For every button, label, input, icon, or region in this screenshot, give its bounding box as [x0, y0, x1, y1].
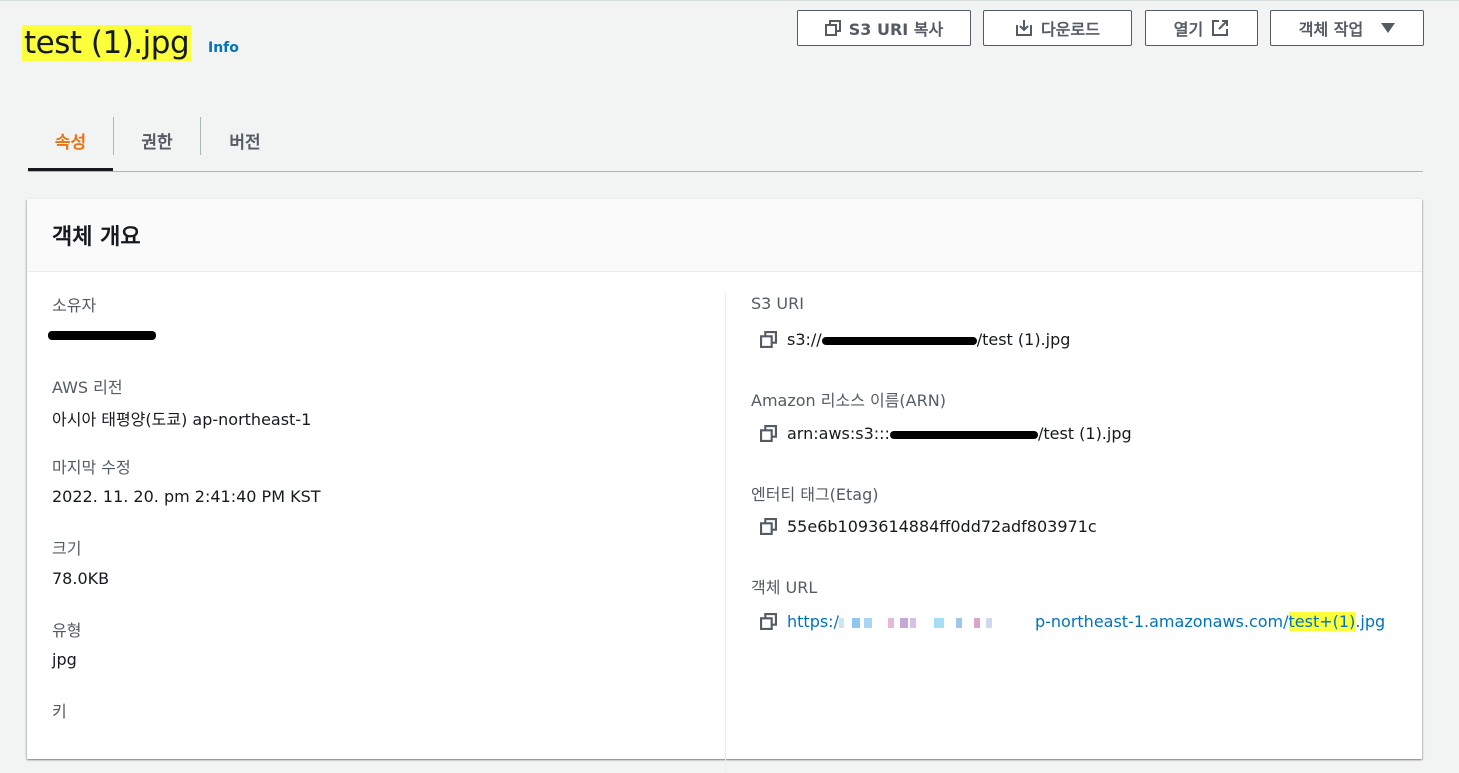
- size-label: 크기: [52, 539, 82, 558]
- region-value: 아시아 태평양(도쿄) ap-northeast-1: [52, 410, 312, 429]
- copy-icon[interactable]: [760, 425, 777, 442]
- open-label: 열기: [1173, 20, 1204, 39]
- object-url-row: https:/p-northeast-1.amazonaws.com/test+…: [760, 612, 1385, 631]
- panel-header: 객체 개요: [27, 199, 1422, 272]
- copy-icon[interactable]: [760, 613, 777, 630]
- arn-value: arn:aws:s3:::/test (1).jpg: [787, 424, 1132, 443]
- download-label: 다운로드: [1041, 20, 1100, 39]
- tabs-divider: [28, 171, 1423, 172]
- etag-row: 55e6b1093614884ff0dd72adf803971c: [760, 517, 1097, 536]
- last-modified-value: 2022. 11. 20. pm 2:41:40 PM KST: [52, 487, 321, 506]
- object-url-label: 객체 URL: [751, 578, 818, 597]
- key-label: 키: [52, 702, 67, 721]
- panel-title: 객체 개요: [52, 225, 141, 250]
- caret-down-icon: [1381, 23, 1396, 33]
- object-url-link[interactable]: https:/p-northeast-1.amazonaws.com/test+…: [787, 612, 1385, 631]
- external-link-icon: [1212, 20, 1229, 36]
- s3-uri-value: s3:///test (1).jpg: [787, 330, 1071, 349]
- etag-label: 엔터티 태그(Etag): [751, 485, 879, 504]
- object-actions-dropdown[interactable]: 객체 작업: [1270, 10, 1424, 46]
- copy-icon[interactable]: [760, 518, 777, 535]
- type-value: jpg: [52, 650, 77, 669]
- region-label: AWS 리전: [52, 378, 123, 397]
- object-overview-panel: 객체 개요 소유자 AWS 리전 아시아 태평양(도쿄) ap-northeas…: [27, 199, 1422, 773]
- page-title: test (1).jpg: [22, 23, 192, 63]
- object-actions-label: 객체 작업: [1298, 20, 1364, 39]
- obscured-url-segment: [838, 612, 1035, 631]
- object-name: test (1).jpg: [22, 25, 192, 61]
- copy-icon[interactable]: [760, 331, 777, 348]
- download-button[interactable]: 다운로드: [983, 10, 1132, 46]
- arn-row: arn:aws:s3:::/test (1).jpg: [760, 424, 1132, 443]
- copy-icon: [824, 20, 841, 36]
- copy-s3-uri-label: S3 URI 복사: [848, 20, 944, 39]
- last-modified-label: 마지막 수정: [52, 458, 131, 477]
- info-link[interactable]: Info: [208, 40, 239, 56]
- arn-label: Amazon 리소스 이름(ARN): [751, 391, 946, 410]
- tab-versions[interactable]: 버전: [201, 111, 289, 169]
- etag-value: 55e6b1093614884ff0dd72adf803971c: [787, 517, 1097, 536]
- copy-s3-uri-button[interactable]: S3 URI 복사: [797, 10, 971, 46]
- column-divider: [725, 293, 726, 773]
- owner-label: 소유자: [52, 296, 97, 315]
- tab-permissions[interactable]: 권한: [114, 111, 200, 169]
- type-label: 유형: [52, 621, 82, 640]
- owner-value-redacted: [48, 325, 156, 344]
- open-button[interactable]: 열기: [1145, 10, 1258, 46]
- s3-uri-row: s3:///test (1).jpg: [760, 330, 1070, 349]
- s3-uri-label: S3 URI: [751, 294, 804, 313]
- tab-properties[interactable]: 속성: [28, 111, 113, 169]
- size-value: 78.0KB: [52, 569, 110, 588]
- download-icon: [1016, 20, 1033, 36]
